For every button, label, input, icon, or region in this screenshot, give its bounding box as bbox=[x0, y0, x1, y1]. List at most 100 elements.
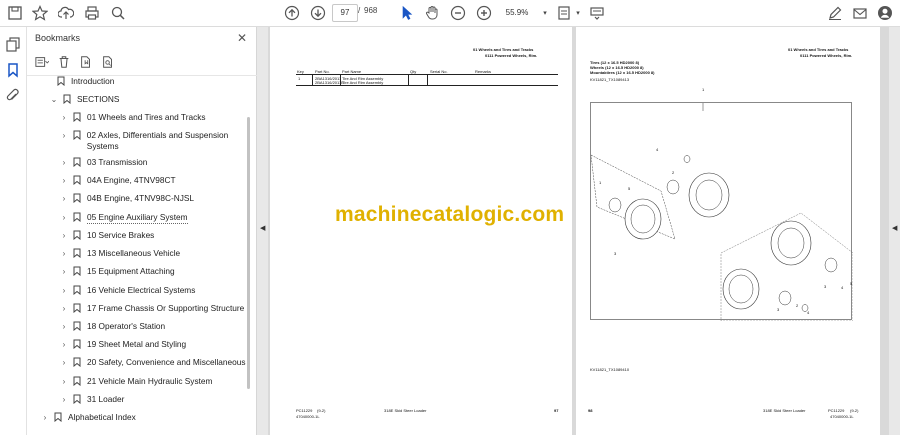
callout-2: 2 bbox=[672, 170, 675, 175]
bookmark-alphabetical-index[interactable]: › Alphabetical Index bbox=[40, 412, 136, 423]
bookmark-flag-icon bbox=[57, 76, 67, 87]
delete-bookmark-icon[interactable] bbox=[57, 55, 73, 71]
chevron-right-icon[interactable]: › bbox=[59, 285, 69, 296]
bookmark-15-equipment[interactable]: › 15 Equipment Attaching bbox=[59, 266, 175, 277]
chevron-right-icon[interactable]: › bbox=[59, 394, 69, 405]
bookmark-introduction[interactable]: Introduction bbox=[53, 76, 114, 87]
bookmark-label: 05 Engine Auxiliary System bbox=[87, 212, 188, 224]
bookmark-20-safety[interactable]: › 20 Safety, Convenience and Miscellaneo… bbox=[59, 357, 246, 368]
table-rule bbox=[312, 74, 313, 85]
chevron-right-icon[interactable]: › bbox=[59, 357, 69, 368]
bookmark-19-sheet-metal[interactable]: › 19 Sheet Metal and Styling bbox=[59, 339, 186, 350]
chevron-right-icon[interactable]: › bbox=[59, 175, 69, 186]
bookmark-flag-icon bbox=[73, 193, 83, 204]
bookmark-17-frame[interactable]: › 17 Frame Chassis Or Supporting Structu… bbox=[59, 303, 244, 314]
sign-pen-icon[interactable] bbox=[826, 4, 844, 22]
page-fit-dropdown-icon[interactable]: ▾ bbox=[569, 4, 587, 22]
bookmarks-icon[interactable] bbox=[5, 62, 21, 78]
bookmark-label: SECTIONS bbox=[77, 94, 120, 104]
bookmark-10-service-brakes[interactable]: › 10 Service Brakes bbox=[59, 230, 154, 241]
chevron-right-icon[interactable]: › bbox=[40, 412, 50, 423]
page-number-input[interactable]: 97 bbox=[332, 4, 358, 22]
callout-4: 4 bbox=[656, 147, 659, 152]
bookmark-flag-icon bbox=[73, 175, 83, 186]
chevron-right-icon[interactable]: › bbox=[59, 193, 69, 204]
chevron-right-icon[interactable]: › bbox=[59, 266, 69, 277]
bookmark-flag-icon bbox=[73, 112, 83, 123]
bookmark-options-icon[interactable] bbox=[35, 55, 51, 71]
next-page-icon[interactable] bbox=[309, 4, 327, 22]
save-icon[interactable] bbox=[6, 4, 24, 22]
chevron-down-icon[interactable]: ⌄ bbox=[49, 94, 59, 105]
callout-3c: 3 bbox=[777, 307, 780, 312]
bookmark-flag-icon bbox=[73, 357, 83, 368]
bookmark-05-engine-auxiliary[interactable]: › 05 Engine Auxiliary System bbox=[59, 212, 188, 224]
chevron-right-icon[interactable]: › bbox=[59, 212, 69, 223]
callout-4b: 4 bbox=[841, 285, 844, 290]
expand-right-icon[interactable]: ◀ bbox=[892, 224, 897, 232]
collapse-left-icon[interactable]: ◀ bbox=[260, 224, 265, 232]
bookmark-16-electrical[interactable]: › 16 Vehicle Electrical Systems bbox=[59, 285, 195, 296]
select-cursor-icon[interactable] bbox=[398, 4, 416, 22]
bookmark-sections[interactable]: ⌄ SECTIONS bbox=[49, 94, 119, 105]
bookmark-star-icon[interactable] bbox=[31, 4, 49, 22]
print-icon[interactable] bbox=[83, 4, 101, 22]
bookmark-label: 19 Sheet Metal and Styling bbox=[87, 339, 187, 349]
bookmark-18-operator[interactable]: › 18 Operator's Station bbox=[59, 321, 165, 332]
chevron-right-icon[interactable]: › bbox=[59, 230, 69, 241]
new-bookmark-icon[interactable] bbox=[79, 55, 95, 71]
chevron-right-icon[interactable]: › bbox=[59, 130, 69, 141]
bookmark-13-misc-vehicle[interactable]: › 13 Miscellaneous Vehicle bbox=[59, 248, 180, 259]
bookmark-flag-icon bbox=[73, 266, 83, 277]
bookmarks-scrollbar-thumb[interactable] bbox=[247, 117, 250, 389]
attachments-icon[interactable] bbox=[5, 88, 21, 104]
bookmark-flag-icon bbox=[73, 376, 83, 387]
bookmark-flag-icon bbox=[73, 321, 83, 332]
bookmark-label: 02 Axles, Differentials and Suspension S… bbox=[86, 130, 229, 151]
bookmark-label: 31 Loader bbox=[87, 394, 125, 404]
hand-tool-icon[interactable] bbox=[423, 4, 441, 22]
page-subsection-title: 0111 Powered Wheels, Rim. bbox=[485, 53, 538, 58]
bookmark-31-loader[interactable]: › 31 Loader bbox=[59, 394, 124, 405]
close-panel-icon[interactable]: ✕ bbox=[237, 31, 247, 45]
zoom-in-icon[interactable] bbox=[475, 4, 493, 22]
bookmark-02-axles[interactable]: › 02 Axles, Differentials and Suspension… bbox=[59, 130, 245, 152]
bookmark-label: 10 Service Brakes bbox=[87, 230, 155, 240]
bookmark-flag-icon bbox=[54, 412, 64, 423]
bookmark-flag-icon bbox=[73, 285, 83, 296]
previous-page-icon[interactable] bbox=[283, 4, 301, 22]
table-rule bbox=[340, 74, 341, 85]
zoom-dropdown-chevron-icon[interactable]: ▾ bbox=[536, 4, 554, 22]
bookmark-04a-engine[interactable]: › 04A Engine, 4TNV98CT bbox=[59, 175, 176, 186]
comment-keyboard-icon[interactable] bbox=[588, 4, 606, 22]
callout-4c: 4 bbox=[807, 310, 810, 315]
chevron-right-icon[interactable]: › bbox=[59, 248, 69, 259]
bookmark-04b-engine[interactable]: › 04B Engine, 4TNV98C-NJSL bbox=[59, 193, 194, 204]
callout-2b: 2 bbox=[796, 303, 799, 308]
bookmark-flag-icon bbox=[73, 157, 83, 168]
bookmark-01-wheels[interactable]: › 01 Wheels and Tires and Tracks bbox=[59, 112, 206, 123]
bookmark-03-transmission[interactable]: › 03 Transmission bbox=[59, 157, 147, 168]
find-zoom-icon[interactable] bbox=[109, 4, 127, 22]
chevron-right-icon[interactable]: › bbox=[59, 376, 69, 387]
chevron-right-icon[interactable]: › bbox=[59, 303, 69, 314]
chevron-right-icon[interactable]: › bbox=[59, 339, 69, 350]
chevron-right-icon[interactable]: › bbox=[59, 112, 69, 123]
upload-cloud-icon[interactable] bbox=[57, 4, 75, 22]
page-thumbnails-icon[interactable] bbox=[5, 36, 21, 52]
chevron-right-icon[interactable]: › bbox=[59, 157, 69, 168]
table-rule bbox=[408, 74, 409, 85]
account-icon[interactable] bbox=[876, 4, 894, 22]
find-bookmark-icon[interactable] bbox=[101, 55, 117, 71]
page-separator: / bbox=[358, 6, 361, 15]
bookmark-flag-icon bbox=[73, 230, 83, 241]
zoom-level-select[interactable]: 55.9% bbox=[497, 4, 537, 22]
page-subsection-title: 0111 Powered Wheels, Rim. bbox=[800, 53, 853, 58]
zoom-out-icon[interactable] bbox=[449, 4, 467, 22]
bookmark-21-hydraulic[interactable]: › 21 Vehicle Main Hydraulic System bbox=[59, 376, 212, 387]
spec-line-3: Mountaktires (12 x 16.5 HD2000 8) bbox=[590, 70, 655, 75]
email-icon[interactable] bbox=[851, 4, 869, 22]
chevron-right-icon[interactable]: › bbox=[59, 321, 69, 332]
top-toolbar: 97 / 968 55.9% ▾ ▾ bbox=[0, 0, 900, 27]
callout-5: 5 bbox=[628, 186, 631, 191]
